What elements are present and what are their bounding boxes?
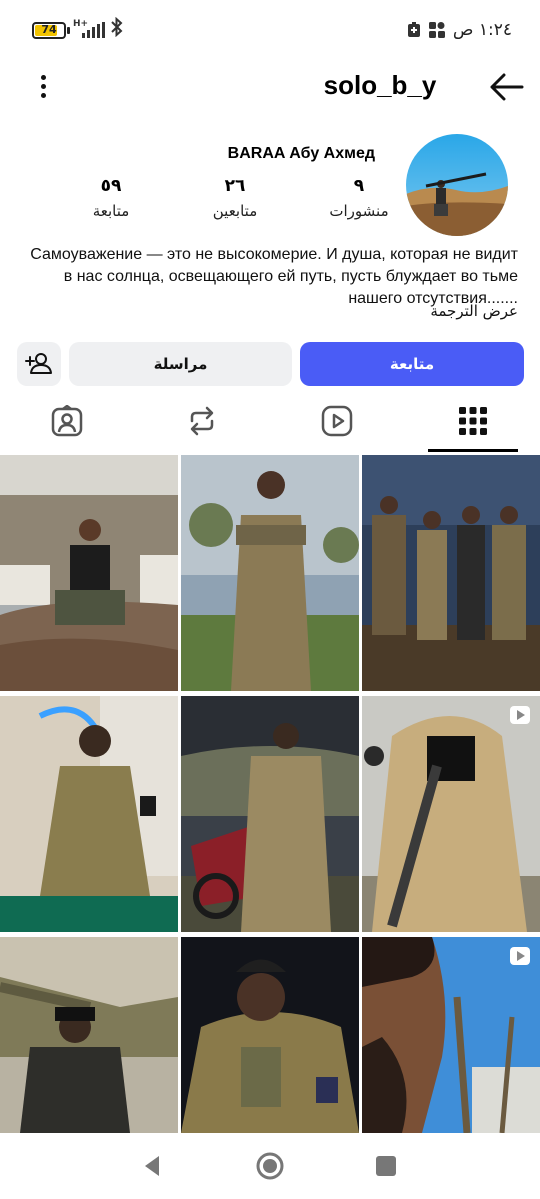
clock-time: ١:٢٤ ص: [452, 20, 512, 40]
display-name: BARAA Абу Ахмед: [227, 145, 375, 162]
tab-reels[interactable]: [292, 396, 382, 446]
sim-icon: [407, 22, 420, 37]
status-bar: 74 H+ ١:٢٤ ص: [0, 0, 540, 60]
post-thumbnail[interactable]: [0, 455, 178, 691]
arrow-left-icon[interactable]: [488, 72, 524, 102]
tab-reposts[interactable]: [157, 396, 247, 446]
bluetooth-icon: [110, 16, 124, 42]
post-thumbnail[interactable]: [362, 455, 540, 691]
back-triangle-icon[interactable]: [138, 1151, 168, 1181]
tab-posts-grid[interactable]: [428, 396, 518, 446]
more-vertical-icon[interactable]: [34, 72, 54, 102]
system-navbar: [0, 1133, 540, 1199]
stat-followers-label: متابعين: [212, 202, 258, 220]
tagged-user-icon: [51, 405, 83, 437]
see-translation-link[interactable]: عرض الترجمة: [430, 302, 518, 320]
battery-percent: 74: [41, 23, 57, 36]
stat-following[interactable]: ٥٩ متابعة: [56, 176, 166, 220]
post-thumbnail[interactable]: [181, 696, 359, 932]
battery-tip: [67, 27, 70, 34]
profile-bio: Самоуважение — это не высокомерие. И душ…: [30, 246, 518, 307]
stat-followers-value: ٢٦: [224, 176, 246, 196]
avatar[interactable]: [406, 134, 508, 236]
profile-username: solo_b_y: [323, 70, 437, 100]
status-right: ١:٢٤ ص: [407, 20, 512, 40]
active-tab-indicator: [428, 449, 518, 452]
suggest-people-button[interactable]: [17, 342, 61, 386]
post-thumbnail[interactable]: [0, 696, 178, 932]
tab-tagged[interactable]: [22, 396, 112, 446]
grid-apps-icon: [428, 22, 445, 38]
video-badge-icon: [510, 947, 530, 965]
post-thumbnail[interactable]: [181, 455, 359, 691]
video-badge-icon: [510, 706, 530, 724]
reels-icon: [321, 405, 353, 437]
stat-following-label: متابعة: [92, 202, 130, 220]
post-thumbnail[interactable]: [362, 696, 540, 932]
stat-followers[interactable]: ٢٦ متابعين: [180, 176, 290, 220]
signal-icon: [82, 22, 106, 38]
stat-posts-value: ٩: [353, 176, 365, 196]
stat-posts-label: منشورات: [329, 202, 389, 220]
stat-posts[interactable]: ٩ منشورات: [304, 176, 414, 220]
repost-icon: [190, 406, 214, 436]
profile-header: solo_b_y: [0, 60, 540, 112]
add-person-icon: [25, 353, 52, 374]
follow-button[interactable]: متابعة: [300, 342, 524, 386]
stat-following-value: ٥٩: [100, 176, 122, 196]
recents-square-icon[interactable]: [371, 1151, 401, 1181]
grid-icon: [459, 407, 487, 435]
message-button[interactable]: مراسلة: [69, 342, 292, 386]
home-circle-icon[interactable]: [255, 1151, 285, 1181]
battery-icon: 74: [32, 22, 66, 39]
posts-grid: [0, 455, 540, 1134]
